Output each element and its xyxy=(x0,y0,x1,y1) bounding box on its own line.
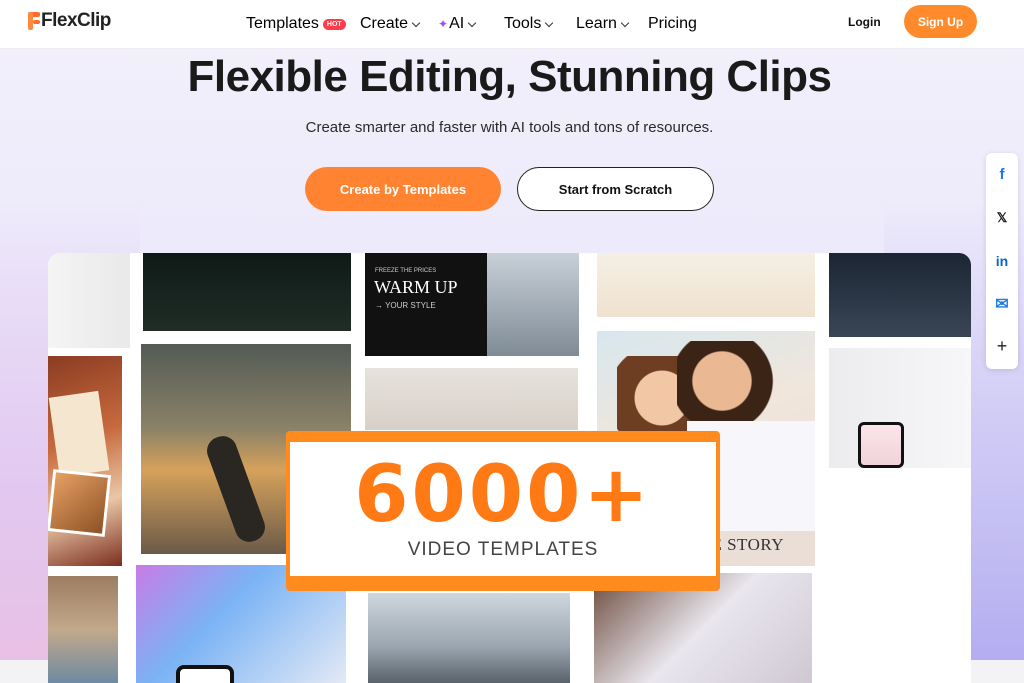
chevron-down-icon xyxy=(411,18,421,27)
nav-pricing-label: Pricing xyxy=(648,15,697,32)
social-share-bar: f 𝕏 in ✉ + xyxy=(986,153,1018,369)
create-by-templates-button[interactable]: Create by Templates xyxy=(305,167,501,211)
template-count: 6000+ xyxy=(354,450,652,540)
plus-icon[interactable]: + xyxy=(986,325,1018,368)
x-icon[interactable]: 𝕏 xyxy=(986,196,1018,239)
flexclip-logo[interactable]: FlexClip xyxy=(28,9,111,33)
warm-up-title: WARM UP xyxy=(374,277,458,297)
chevron-down-icon xyxy=(545,18,554,27)
nav-pricing[interactable]: Pricing xyxy=(648,15,697,33)
nav-learn[interactable]: Learn xyxy=(576,15,630,33)
signup-button[interactable]: Sign Up xyxy=(904,5,977,38)
login-link[interactable]: Login xyxy=(848,15,881,29)
template-thumbnail xyxy=(368,593,570,683)
nav-tools[interactable]: Tools xyxy=(504,15,554,33)
hot-badge: HOT xyxy=(322,18,346,30)
template-thumbnail xyxy=(48,576,118,683)
template-thumbnail xyxy=(365,368,578,430)
logo-text: FlexClip xyxy=(41,10,111,31)
nav-learn-label: Learn xyxy=(576,15,617,32)
hero-headline: Flexible Editing, Stunning Clips xyxy=(187,52,833,101)
nav-ai[interactable]: ✦ AI xyxy=(438,15,477,33)
hero-subheadline: Create smarter and faster with AI tools … xyxy=(305,119,714,136)
template-thumbnail xyxy=(829,348,971,468)
template-thumbnail xyxy=(597,253,815,317)
video-templates-label: VIDEO TEMPLATES xyxy=(407,539,599,560)
sparkle-icon: ✦ xyxy=(438,17,449,31)
warm-up-template: FREEZE THE PRICES WARM UP → YOUR STYLE xyxy=(365,253,579,356)
warm-up-sub: → YOUR STYLE xyxy=(375,301,436,310)
mail-icon[interactable]: ✉ xyxy=(986,282,1018,325)
warm-up-small-text: FREEZE THE PRICES xyxy=(375,268,437,274)
template-collage: FREEZE THE PRICES WARM UP → YOUR STYLE L… xyxy=(48,253,971,683)
linkedin-icon[interactable]: in xyxy=(986,239,1018,282)
start-from-scratch-button[interactable]: Start from Scratch xyxy=(517,167,714,211)
nav-templates-label: Templates xyxy=(246,15,319,32)
nav-ai-label: AI xyxy=(449,15,465,32)
nav-create-label: Create xyxy=(360,15,409,32)
nav-tools-label: Tools xyxy=(504,15,542,32)
logo-mark-icon xyxy=(28,12,40,30)
template-count-banner: 6000+ VIDEO TEMPLATES xyxy=(286,431,720,591)
template-thumbnail xyxy=(143,253,351,331)
chevron-down-icon xyxy=(467,18,477,27)
top-navigation-bar: FlexClip Templates HOT Create ✦ AI Tools… xyxy=(0,0,1024,49)
template-thumbnail xyxy=(829,253,971,337)
template-thumbnail xyxy=(48,356,122,566)
nav-create[interactable]: Create xyxy=(360,15,421,33)
chevron-down-icon xyxy=(620,18,630,27)
facebook-icon[interactable]: f xyxy=(986,153,1018,196)
template-thumbnail xyxy=(48,253,130,348)
nav-templates[interactable]: Templates HOT xyxy=(246,15,346,33)
